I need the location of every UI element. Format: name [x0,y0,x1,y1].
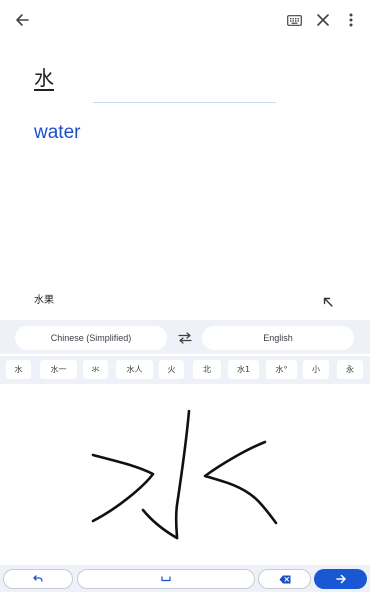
insert-suggestion-button[interactable] [318,292,338,312]
close-button[interactable] [311,8,335,32]
translation-text[interactable]: water [34,122,80,144]
undo-icon [33,575,43,582]
candidate-chip[interactable]: 氺 [83,360,108,379]
enter-button[interactable] [314,569,367,589]
keyboard-button[interactable] [282,8,306,32]
target-language-button[interactable]: English [202,326,354,350]
arrow-up-left-icon [323,297,333,307]
space-button[interactable] [77,569,255,589]
candidate-chip[interactable]: 水一 [40,360,77,379]
more-vert-icon [349,13,353,27]
source-language-button[interactable]: Chinese (Simplified) [15,326,167,350]
close-icon [317,14,329,26]
source-divider [93,102,276,103]
keyboard-icon [286,14,302,26]
source-text[interactable]: 水 [34,62,54,91]
space-icon [161,576,171,582]
backspace-icon [279,575,290,583]
candidate-chip[interactable]: 水 [6,360,31,379]
back-button[interactable] [10,8,34,32]
candidate-chip[interactable]: 小 [303,360,329,379]
candidate-chip[interactable]: 水° [266,360,297,379]
more-options-button[interactable] [339,8,363,32]
candidate-row: 水 水一 氺 水人 火 北 水1 水° 小 永 [0,356,370,384]
candidate-chip[interactable]: 水人 [116,360,153,379]
swap-icon [178,332,192,344]
handwriting-strokes [91,409,278,540]
candidate-chip[interactable]: 火 [159,360,184,379]
top-app-bar [0,0,370,40]
swap-languages-button[interactable] [175,328,195,348]
candidate-chip[interactable]: 北 [193,360,221,379]
keyboard-controls [0,565,370,592]
language-bar: Chinese (Simplified) English [0,320,370,354]
backspace-button[interactable] [258,569,311,589]
handwriting-canvas[interactable] [0,385,370,565]
suggestion-text[interactable]: 水果 [34,291,54,306]
arrow-right-icon [335,574,346,584]
undo-button[interactable] [3,569,73,589]
candidate-chip[interactable]: 水1 [228,360,259,379]
candidate-chip[interactable]: 永 [337,360,363,379]
arrow-left-icon [16,14,29,26]
